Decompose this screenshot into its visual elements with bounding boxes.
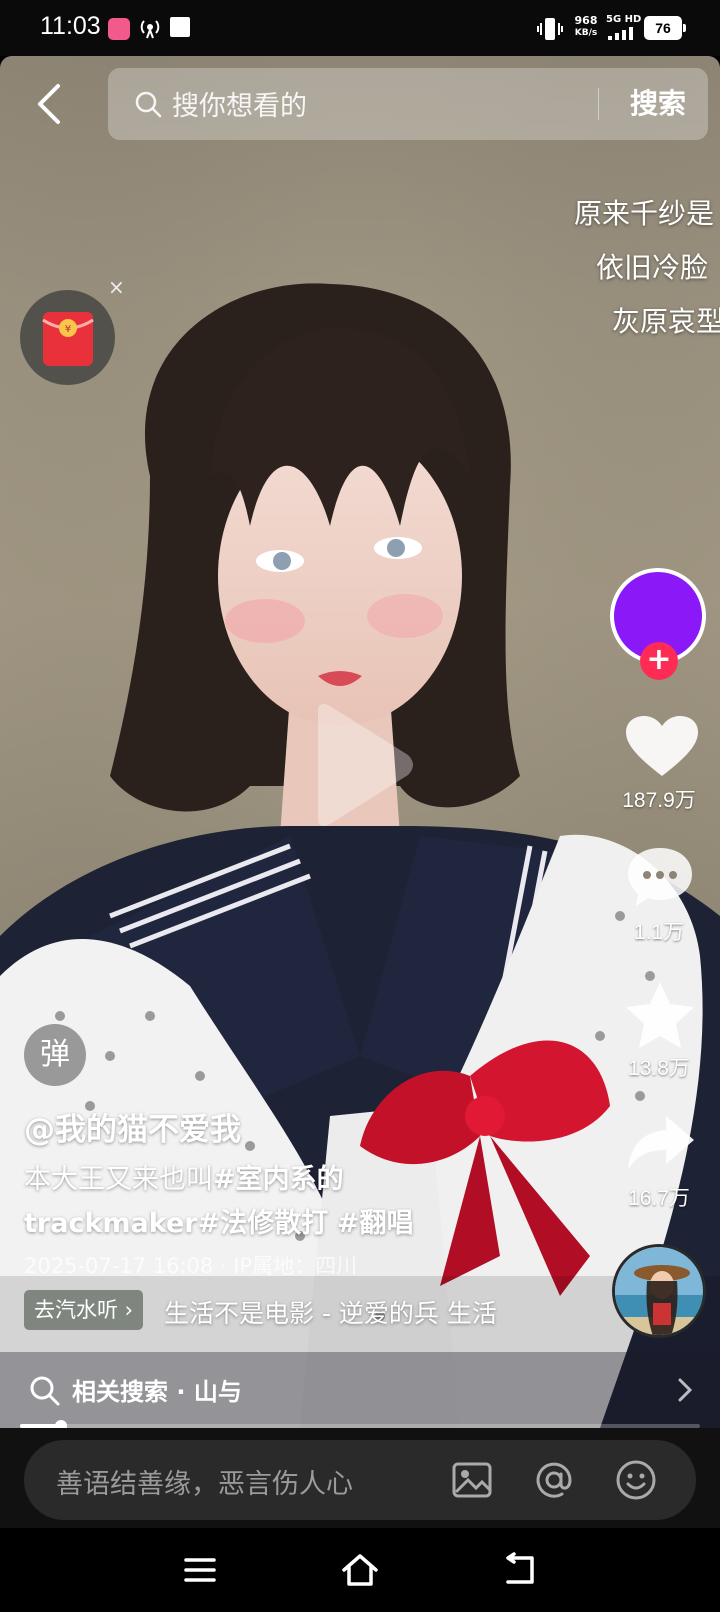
play-icon[interactable] (308, 700, 418, 830)
open-music-app-button[interactable]: 去汽水听 › (24, 1290, 144, 1330)
image-icon[interactable] (450, 1458, 494, 1502)
heart-icon[interactable] (626, 716, 698, 778)
mention-icon[interactable] (532, 1458, 576, 1502)
emoji-icon[interactable] (614, 1458, 658, 1502)
svg-text:¥: ¥ (65, 324, 71, 335)
comment-placeholder: 善语结善缘，恶言伤人心 (56, 1469, 353, 1500)
search-icon (30, 1376, 60, 1406)
home-icon[interactable] (340, 1550, 380, 1590)
lyric-line-2: 依旧冷脸 (596, 251, 709, 284)
red-packet-widget[interactable]: ¥ (20, 290, 115, 385)
desc-text: 本大王又来也叫 (24, 1164, 213, 1195)
battery-indicator: 76 (644, 16, 686, 40)
share-icon[interactable] (626, 1114, 696, 1172)
search-divider (598, 88, 599, 120)
search-bar[interactable]: 搜你想看的 搜索 (108, 68, 708, 140)
system-nav-bar (0, 1528, 720, 1612)
close-icon[interactable]: × (108, 276, 126, 298)
favorite-count: 13.8万 (628, 1057, 690, 1080)
menu-icon[interactable] (180, 1550, 220, 1590)
share-count: 16.7万 (628, 1187, 690, 1210)
hotspot-icon (140, 20, 160, 39)
lyric-line-1: 原来千纱是 (574, 197, 715, 230)
lyric-line-3: 灰原哀型 (612, 305, 720, 338)
desc-text: trackmaker (24, 1208, 198, 1239)
hashtag-link[interactable]: #翻唱 (337, 1208, 414, 1239)
search-button[interactable]: 搜索 (608, 82, 708, 126)
search-icon (135, 91, 162, 118)
red-packet-icon: ¥ (42, 312, 94, 366)
vibrate-icon (537, 18, 563, 40)
hashtag-link[interactable]: #室内系的 (213, 1164, 344, 1195)
app-notification-icon (108, 18, 130, 40)
notification-square-icon (170, 17, 190, 37)
music-title[interactable]: 生活不是电影 - 逆爱的兵 生活 (164, 1294, 564, 1330)
back-arrow-icon[interactable] (34, 82, 64, 126)
related-search-label: 相关搜索 · 山与 (72, 1378, 242, 1406)
back-nav-icon[interactable] (500, 1550, 540, 1590)
follow-button[interactable]: + (640, 642, 678, 680)
author-name[interactable]: @我的猫不爱我 (24, 1104, 241, 1149)
like-count: 187.9万 (622, 789, 696, 812)
comment-count: 1.1万 (633, 921, 685, 944)
comment-input[interactable]: 善语结善缘，恶言伤人心 (24, 1440, 696, 1520)
signal-icon (608, 27, 633, 40)
status-time: 11:03 (40, 12, 101, 40)
hashtag-link[interactable]: #法修散打 (198, 1208, 329, 1239)
music-disc-avatar[interactable] (612, 1244, 706, 1338)
video-description: 本大王又来也叫#室内系的 trackmaker#法修散打 #翻唱 (24, 1158, 584, 1246)
music-row[interactable]: 去汽水听 › 生活不是电影 - 逆爱的兵 生活 (24, 1290, 544, 1330)
comment-icon[interactable] (626, 846, 694, 908)
chevron-right-icon (678, 1378, 693, 1402)
comment-bar: 善语结善缘，恶言伤人心 (0, 1428, 720, 1528)
danmu-toggle-button[interactable]: 弹 (24, 1024, 86, 1086)
star-icon[interactable] (624, 980, 696, 1050)
status-bar: 11:03 968 KB/s 5G HD 76 (0, 0, 720, 56)
net-speed: 968 KB/s (574, 14, 598, 39)
post-date-location: 2025-07-17 16:08 · IP属地：四川 (24, 1254, 358, 1278)
related-search-bar[interactable]: 相关搜索 · 山与 (0, 1352, 720, 1428)
search-input[interactable]: 搜你想看的 (172, 84, 307, 123)
